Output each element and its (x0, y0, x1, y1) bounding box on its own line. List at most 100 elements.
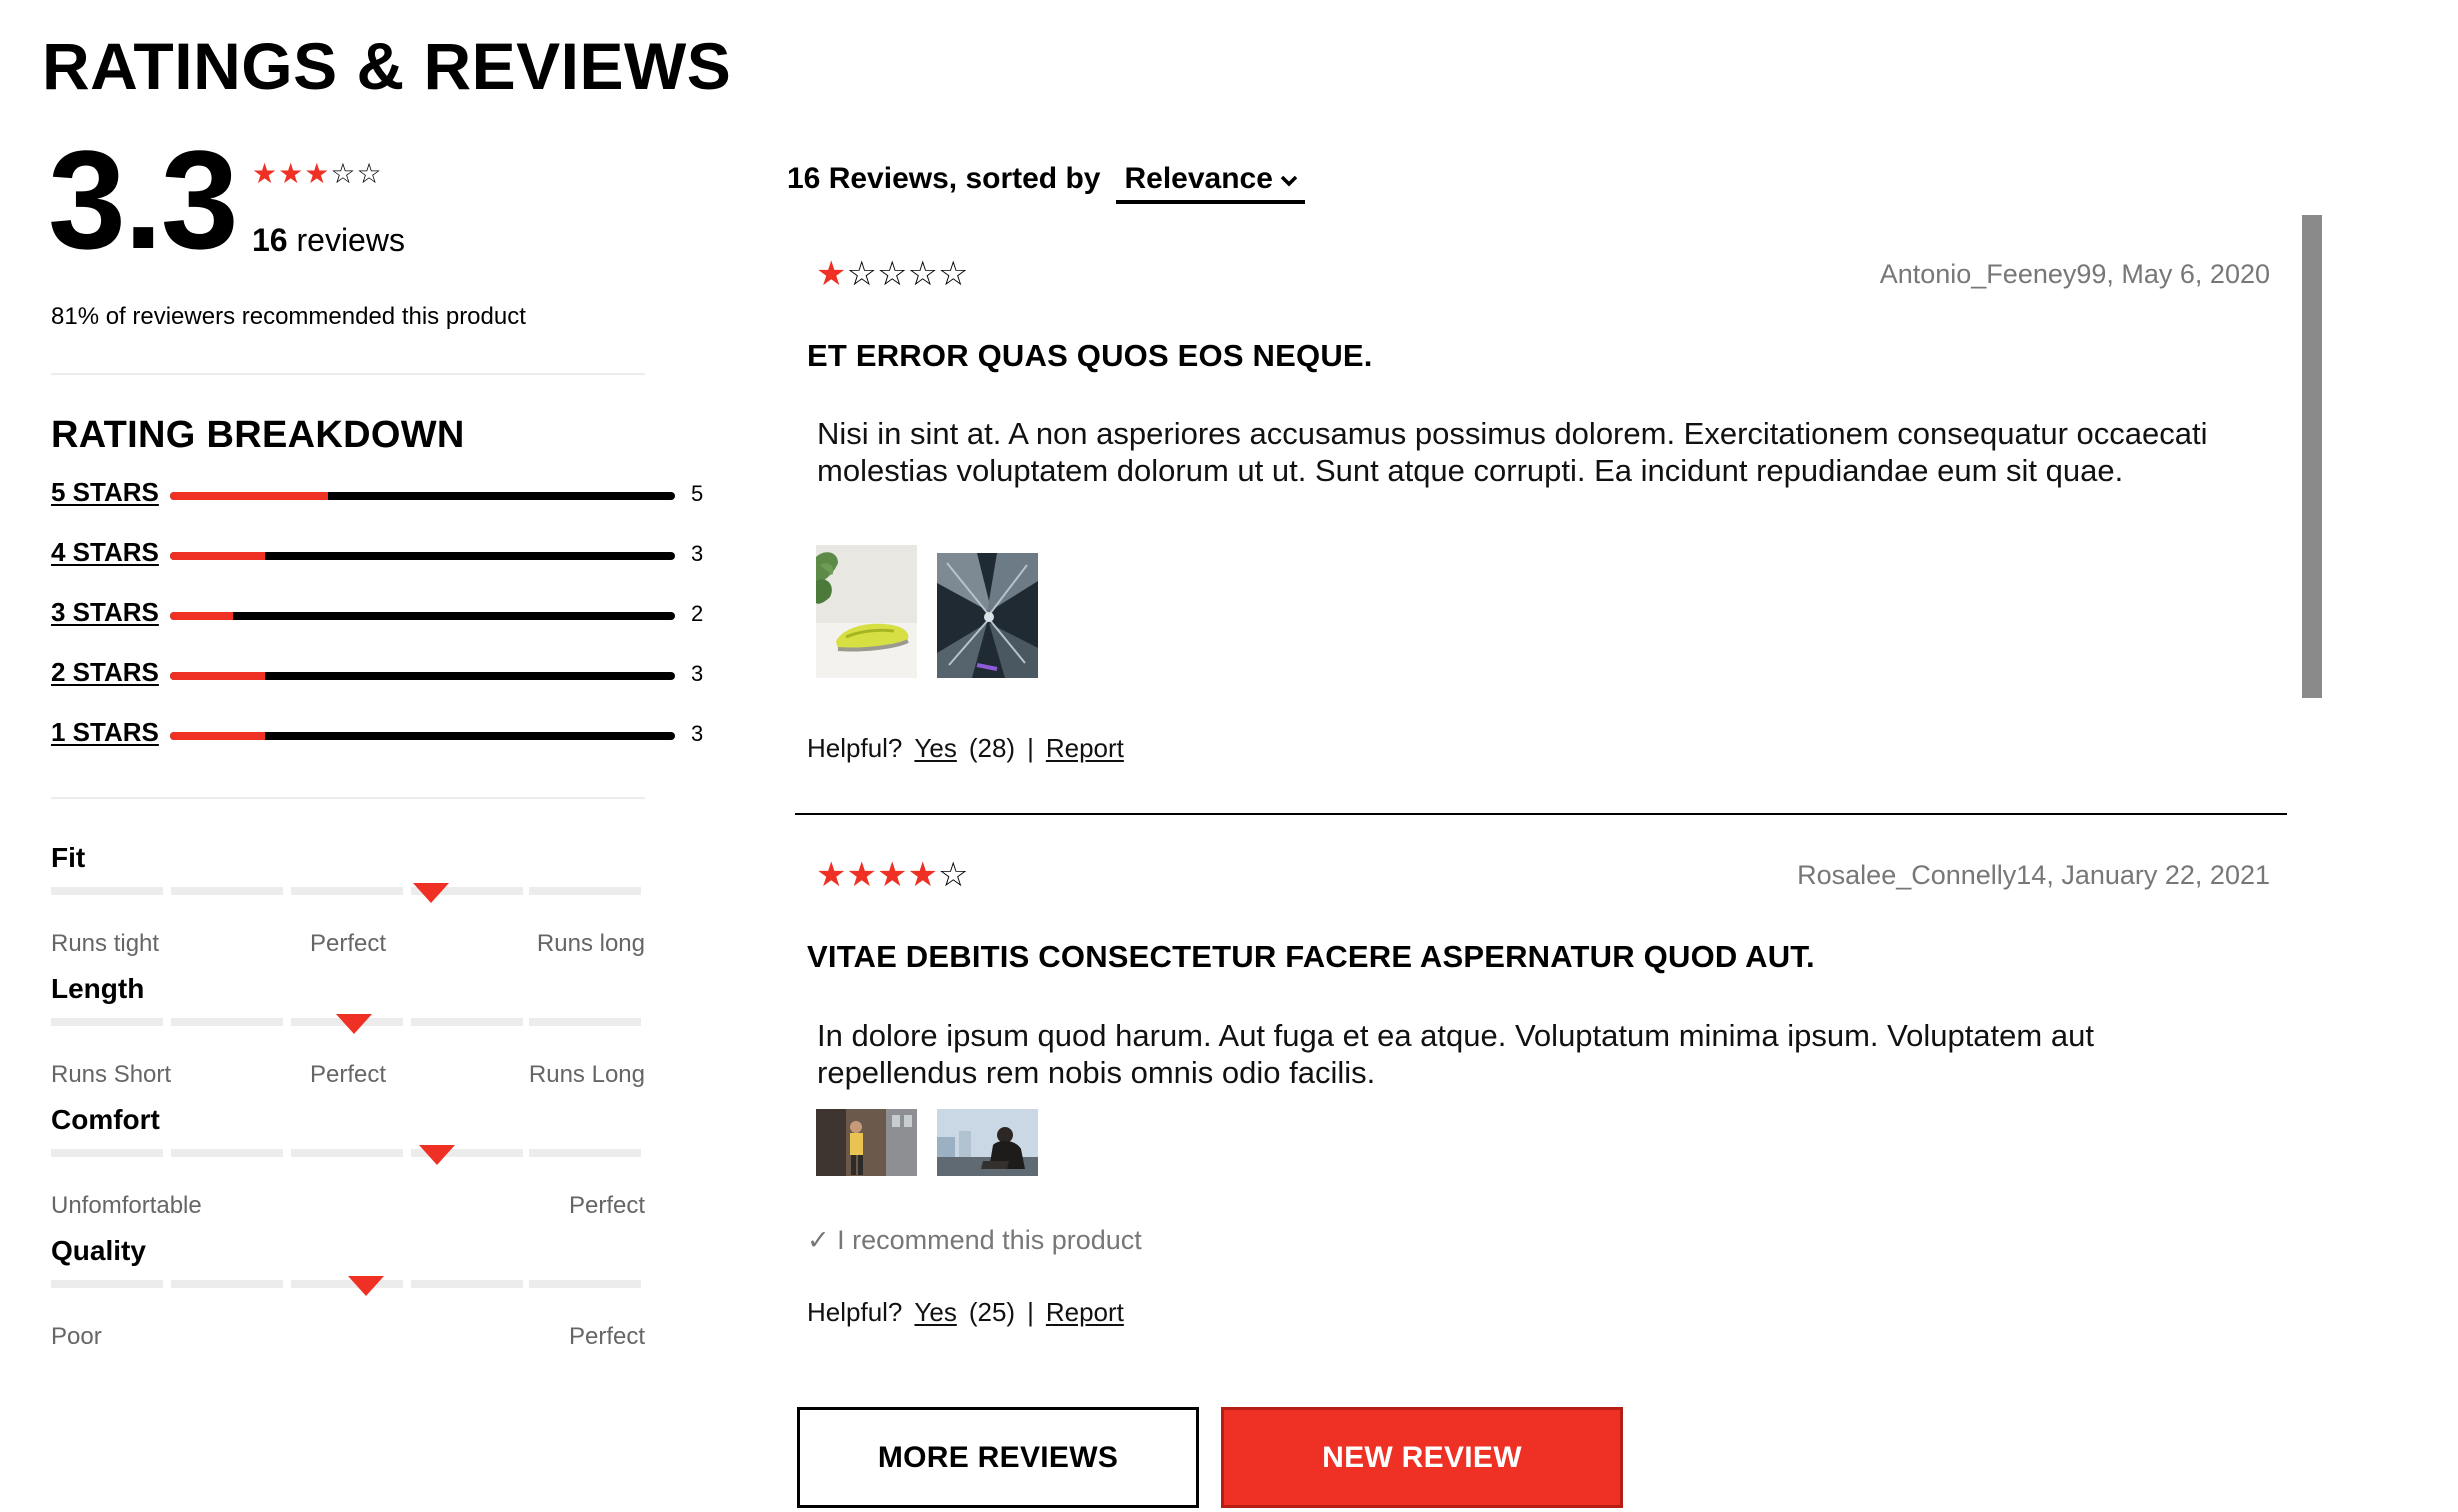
chevron-down-icon (1280, 175, 1298, 187)
helpful-separator: | (1027, 733, 1034, 763)
helpful-yes-link[interactable]: Yes (914, 733, 956, 764)
characteristic-comfort: Comfort Unfomfortable Perfect (51, 1104, 645, 1222)
breakdown-count-5: 5 (691, 481, 704, 506)
star-empty-icon: ☆ (907, 255, 938, 293)
helpful-yes-link[interactable]: Yes (914, 1297, 956, 1328)
breakdown-row-1: 1 STARS 3 (51, 713, 703, 753)
scale-segment (411, 1280, 523, 1288)
breakdown-filter-2-stars[interactable]: 2 STARS (51, 657, 159, 688)
review-title: VITAE DEBITIS CONSECTETUR FACERE ASPERNA… (807, 939, 1815, 974)
report-link[interactable]: Report (1046, 733, 1124, 764)
breakdown-bar-fill-5 (170, 492, 328, 500)
review-count-number: 16 (252, 222, 288, 258)
star-empty-icon: ☆ (876, 255, 908, 293)
sort-bar: 16 Reviews, sorted by Relevance (787, 162, 1305, 204)
breakdown-row-5: 5 STARS 5 (51, 473, 703, 513)
breakdown-bar-fill-3 (170, 612, 234, 620)
star-empty-icon: ☆ (937, 856, 969, 894)
review-photo-thumbnail[interactable] (937, 553, 1038, 678)
new-review-button[interactable]: NEW REVIEW (1221, 1407, 1623, 1508)
scale-segment (291, 887, 403, 895)
breakdown-bar-5 (170, 492, 675, 500)
breakdown-count-4: 3 (691, 541, 704, 566)
more-reviews-button[interactable]: MORE REVIEWS (797, 1407, 1199, 1508)
breakdown-bar-4 (170, 552, 675, 560)
summary-divider (51, 373, 645, 375)
breakdown-filter-3-stars[interactable]: 3 STARS (51, 597, 159, 628)
characteristic-fit: Fit Runs tight Perfect Runs long (51, 842, 645, 960)
review-photo-thumbnail[interactable] (816, 545, 917, 678)
helpful-count: (25) (968, 1297, 1016, 1327)
scale-segment (529, 1280, 641, 1288)
star-filled-icon: ★ (252, 158, 278, 189)
review-star-rating: ★ ★ ★ ★ ☆ (816, 858, 968, 892)
characteristic-scale (51, 1149, 645, 1157)
breakdown-filter-1-stars[interactable]: 1 STARS (51, 717, 159, 748)
characteristic-marker-icon (413, 883, 450, 903)
characteristic-high-label: Runs Long (528, 1061, 645, 1088)
review-item: ★ ☆ ☆ ☆ ☆ Antonio_Feeney99, May 6, 2020 ET E… (795, 215, 2275, 815)
summary-star-rating: ★ ★ ★ ☆ ☆ (252, 160, 382, 188)
star-filled-icon: ★ (907, 856, 938, 894)
review-photo-thumbnail[interactable] (816, 1109, 917, 1176)
recommend-badge: ✓ I recommend this product (807, 1225, 1142, 1255)
characteristic-mid-label: Perfect (309, 1061, 387, 1088)
sort-dropdown[interactable]: Relevance (1116, 162, 1305, 204)
review-photo-thumbnail[interactable] (937, 1109, 1038, 1176)
characteristic-title: Comfort (51, 1104, 160, 1135)
scale-segment (529, 1149, 641, 1157)
scale-segment (171, 887, 283, 895)
star-empty-icon: ☆ (937, 255, 969, 293)
characteristic-low-label: Runs tight (51, 930, 160, 957)
report-link[interactable]: Report (1046, 1297, 1124, 1328)
breakdown-divider (51, 797, 645, 799)
star-empty-icon: ☆ (330, 158, 356, 189)
average-rating: 3.3 (48, 121, 239, 278)
scale-segment (529, 1018, 641, 1026)
review-title: ET ERROR QUAS QUOS EOS NEQUE. (807, 338, 1373, 373)
review-count: 16 reviews (252, 222, 405, 259)
sort-selected-value: Relevance (1124, 162, 1273, 195)
review-helpful-row: Helpful? Yes (28) | Report (807, 733, 1124, 764)
breakdown-filter-5-stars[interactable]: 5 STARS (51, 477, 159, 508)
breakdown-bar-1 (170, 732, 675, 740)
star-empty-icon: ☆ (356, 158, 382, 189)
reviews-scrollbar-thumb[interactable] (2302, 215, 2322, 698)
breakdown-bar-fill-4 (170, 552, 265, 560)
characteristic-high-label: Runs long (536, 930, 645, 957)
reviews-list[interactable]: ★ ☆ ☆ ☆ ☆ Antonio_Feeney99, May 6, 2020 ET E… (795, 215, 2315, 1375)
characteristic-low-label: Unfomfortable (51, 1192, 202, 1219)
breakdown-bar-3 (170, 612, 675, 620)
rating-breakdown-heading: RATING BREAKDOWN (51, 414, 465, 456)
review-helpful-row: Helpful? Yes (25) | Report (807, 1297, 1124, 1328)
star-filled-icon: ★ (816, 255, 847, 293)
page-title: RATINGS & REVIEWS (42, 29, 732, 103)
recommend-percentage: 81% of reviewers recommended this produc… (51, 303, 526, 330)
characteristic-high-label: Perfect (568, 1323, 645, 1350)
review-body: Nisi in sint at. A non asperiores accusa… (817, 416, 2208, 488)
characteristic-quality: Quality Poor Perfect (51, 1235, 645, 1353)
characteristic-low-label: Runs Short (51, 1061, 172, 1088)
helpful-label: Helpful? (807, 733, 903, 763)
star-filled-icon: ★ (846, 856, 877, 894)
breakdown-bar-fill-2 (170, 672, 265, 680)
characteristic-title: Length (51, 973, 145, 1004)
characteristic-high-label: Perfect (568, 1192, 645, 1219)
helpful-separator: | (1027, 1297, 1034, 1327)
breakdown-bar-fill-1 (170, 732, 265, 740)
characteristic-length: Length Runs Short Perfect Runs Long (51, 973, 645, 1091)
breakdown-row-2: 2 STARS 3 (51, 653, 703, 693)
characteristic-marker-icon (347, 1276, 384, 1296)
review-photos (816, 1109, 1038, 1176)
review-photos (816, 545, 1038, 678)
helpful-count: (28) (968, 733, 1016, 763)
breakdown-filter-4-stars[interactable]: 4 STARS (51, 537, 159, 568)
characteristic-scale (51, 887, 645, 895)
scale-segment (51, 1149, 163, 1157)
scale-segment (529, 887, 641, 895)
review-star-rating: ★ ☆ ☆ ☆ ☆ (816, 257, 968, 291)
star-filled-icon: ★ (816, 856, 847, 894)
scale-segment (51, 1280, 163, 1288)
characteristic-title: Quality (51, 1235, 146, 1266)
scale-segment (51, 1018, 163, 1026)
